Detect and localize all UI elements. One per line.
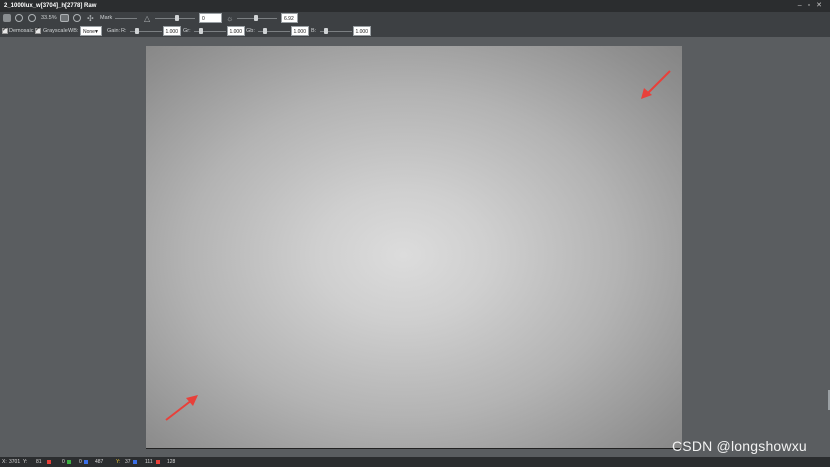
brightness-input[interactable]: 6.92 [281,13,298,23]
title-bar: 2_1000lux_w[3704]_h[2778] Raw – ▫ ✕ [0,0,830,12]
status-bar: X: 3701 Y: 81 0 0 487 Y: 37 111 128 [0,457,830,467]
status-cb-value: 111 [145,459,153,465]
gain-b-knob[interactable] [324,28,328,34]
actual-size-icon[interactable] [73,14,81,22]
green-swatch [66,457,72,467]
grayscale-checkbox[interactable] [35,26,41,34]
window-title: 2_1000lux_w[3704]_h[2778] Raw [4,3,97,9]
status-yy-value: 37 [125,459,131,465]
zoom-level: 33.5% [41,15,57,21]
brightness-slider-knob[interactable] [254,15,258,21]
red-swatch [46,457,52,467]
annotation-arrow-top-right [641,70,671,99]
mark-label: Mark [100,15,113,21]
brightness-icon: ☼ [226,14,234,23]
status-x-label: X: [2,459,7,465]
cr-swatch [155,457,161,467]
contrast-input[interactable]: 0 [199,13,222,23]
blue-swatch [83,457,89,467]
status-x-value: 3701 [9,459,21,465]
close-button[interactable]: ✕ [816,0,822,12]
gain-gr-knob[interactable] [199,28,203,34]
watermark: CSDN @longshowxu [672,438,807,454]
fit-window-icon[interactable] [60,14,69,22]
status-y-value: 81 [36,459,42,465]
gain-r-input[interactable]: 1.000 [163,26,181,36]
gain-gb-input[interactable]: 1.000 [291,26,309,36]
gain-b-input[interactable]: 1.000 [353,26,371,36]
contrast-slider-knob[interactable] [175,15,179,21]
chevron-down-icon: ▼ [94,29,99,35]
cb-swatch [132,457,138,467]
status-cr-value: 128 [167,459,176,465]
status-b-value: 487 [95,459,104,465]
main-toolbar: 33.5% ✣ Mark △ 0 ☼ 6.92 [0,12,830,25]
gain-gr-input[interactable]: 1.000 [227,26,245,36]
channel-toolbar: Demosaic Grayscale WB: None ▼ Gain: R: 1… [0,25,830,37]
status-g-value: 0 [79,459,82,465]
zoom-out-icon[interactable] [28,14,36,22]
minimize-button[interactable]: – [798,0,802,12]
maximize-button[interactable]: ▫ [808,0,810,12]
zoom-in-icon[interactable] [15,14,23,22]
save-icon[interactable] [3,14,11,22]
annotation-arrow-bottom-left [165,395,198,421]
contrast-icon: △ [144,14,151,23]
raw-image[interactable] [146,46,682,449]
mark-slider[interactable] [115,18,137,19]
crosshair-icon[interactable]: ✣ [87,12,94,25]
status-yy-label: Y: [116,459,121,465]
window-controls: – ▫ ✕ [798,0,822,12]
gain-r-knob[interactable] [135,28,139,34]
demosaic-checkbox[interactable] [2,26,8,34]
status-y-label: Y: [23,459,28,465]
wb-select[interactable]: None ▼ [80,26,102,36]
status-r-value: 0 [62,459,65,465]
gain-gb-knob[interactable] [263,28,267,34]
